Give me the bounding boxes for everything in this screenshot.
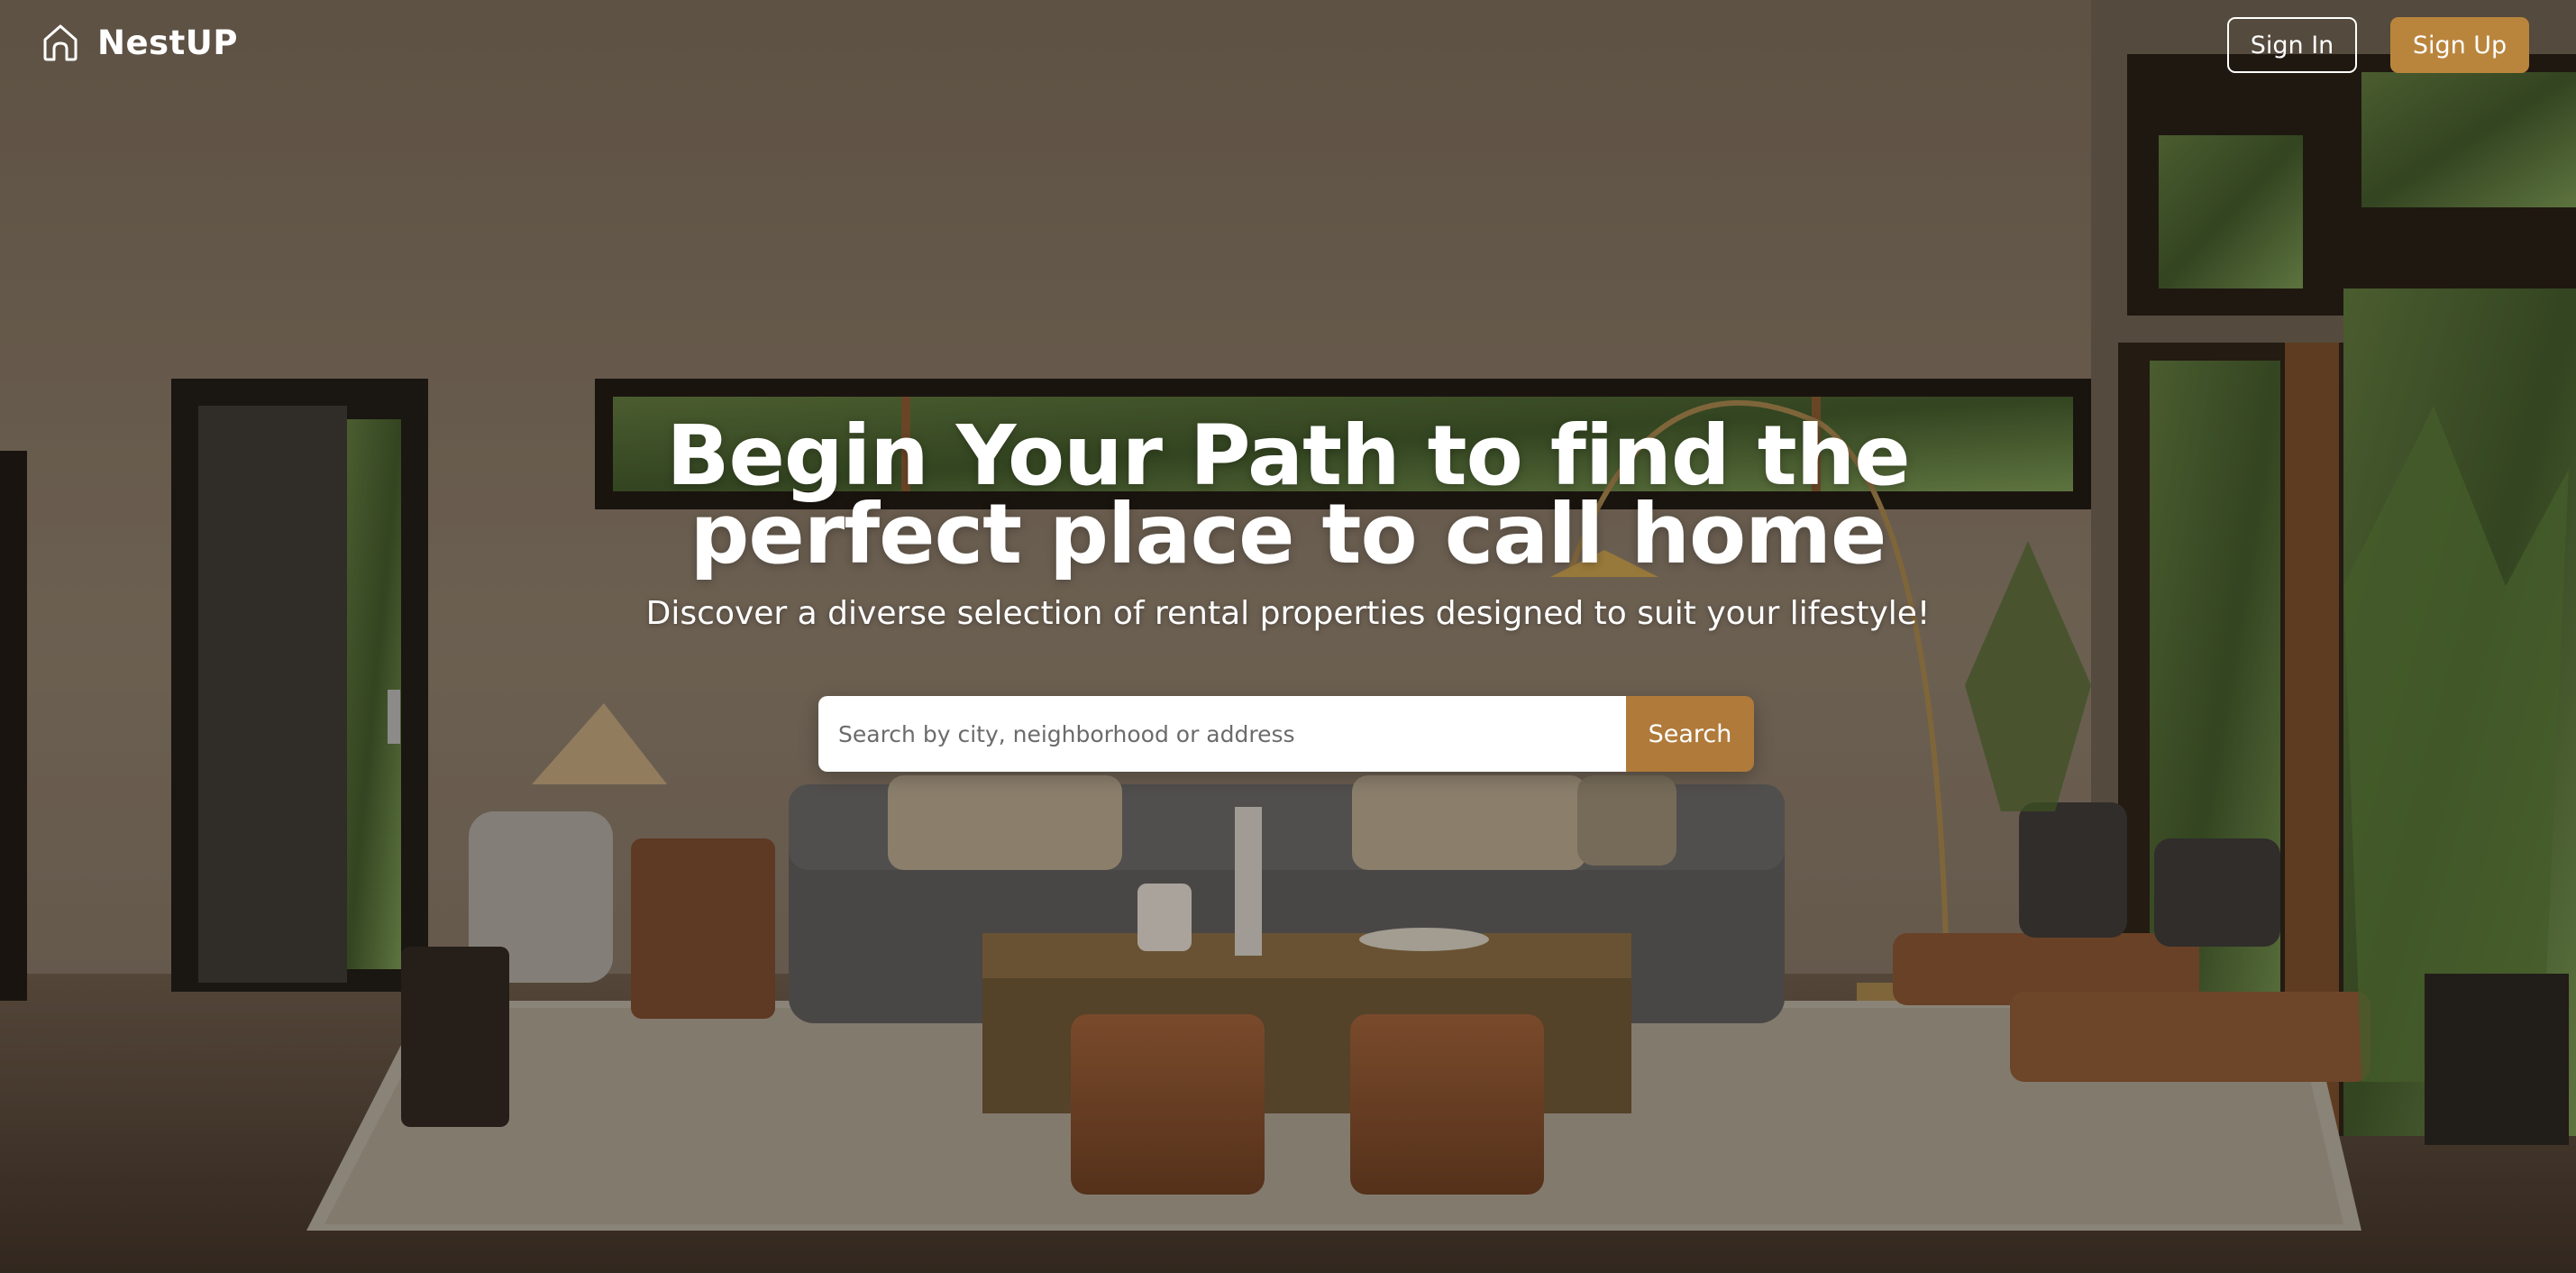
sign-up-button[interactable]: Sign Up [2390,17,2529,73]
hero-subheadline: Discover a diverse selection of rental p… [645,595,1931,632]
top-nav: NestUP Sign In Sign Up [0,0,2576,90]
search-bar: Search [818,696,1754,772]
hero-headline-line1: Begin Your Path to find the [666,408,1910,504]
brand[interactable]: NestUP [40,22,238,63]
hero-text: Begin Your Path to find the perfect plac… [0,408,2576,633]
search-button[interactable]: Search [1626,696,1754,772]
hero-headline-line2: perfect place to call home [690,486,1887,582]
hero-headline: Begin Your Path to find the perfect plac… [0,408,2576,582]
search-input[interactable] [818,696,1626,772]
sign-in-button[interactable]: Sign In [2227,17,2357,73]
brand-name: NestUP [97,23,238,62]
hero-section [0,0,2576,1273]
house-icon [43,24,78,61]
